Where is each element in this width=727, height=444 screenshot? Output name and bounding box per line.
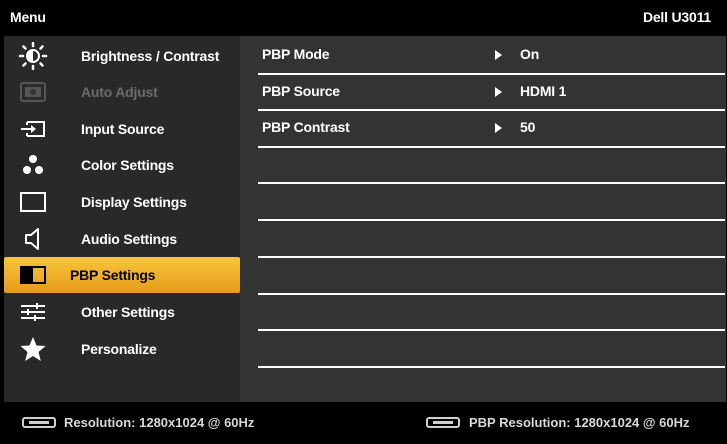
arrow-right-icon: [495, 123, 502, 133]
menu-item-label: PBP Settings: [70, 267, 156, 283]
arrow-right-icon: [495, 87, 502, 97]
hdmi-connector-icon: [22, 417, 56, 428]
row-divider: [258, 293, 725, 295]
row-divider: [258, 329, 725, 331]
brightness-icon: [18, 42, 48, 70]
pbp-icon: [18, 261, 48, 289]
menu-item-audio-settings[interactable]: Audio Settings: [4, 221, 240, 257]
menu-item-label: Input Source: [81, 121, 165, 137]
empty-row: [258, 147, 725, 183]
menu-item-auto-adjust: Auto Adjust: [4, 74, 240, 110]
menu-item-brightness-contrast[interactable]: Brightness / Contrast: [4, 38, 240, 74]
menu-item-personalize[interactable]: Personalize: [4, 331, 240, 367]
menu-item-display-settings[interactable]: Display Settings: [4, 184, 240, 220]
menu-item-label: Color Settings: [81, 157, 174, 173]
arrow-right-icon: [495, 50, 502, 60]
setting-label: PBP Source: [262, 83, 340, 99]
setting-label: PBP Contrast: [262, 119, 350, 135]
row-divider: [258, 366, 725, 368]
pbp-contrast-row[interactable]: PBP Contrast 50: [258, 110, 725, 146]
menu-item-label: Auto Adjust: [81, 84, 158, 100]
menu-title: Menu: [10, 9, 46, 25]
row-divider: [258, 256, 725, 258]
setting-value: HDMI 1: [520, 83, 567, 99]
osd-footer: Resolution: 1280x1024 @ 60Hz PBP Resolut…: [0, 402, 727, 444]
monitor-model: Dell U3011: [642, 9, 711, 25]
main-menu: Brightness / Contrast Auto Adjust Input …: [4, 36, 240, 402]
resolution-text: Resolution: 1280x1024 @ 60Hz: [64, 415, 255, 430]
row-divider: [258, 219, 725, 221]
color-settings-icon: [18, 151, 48, 179]
speaker-icon: [18, 225, 48, 253]
menu-item-label: Other Settings: [81, 304, 175, 320]
setting-value: On: [520, 46, 540, 62]
pbp-settings-panel: PBP Mode On PBP Source HDMI 1 PBP Contra…: [240, 36, 726, 402]
setting-label: PBP Mode: [262, 46, 330, 62]
row-divider: [258, 182, 725, 184]
sliders-icon: [18, 298, 48, 326]
menu-item-color-settings[interactable]: Color Settings: [4, 147, 240, 183]
monitor-osd: Menu Dell U3011 Brightness / Contrast Au…: [0, 0, 727, 444]
pbp-connector-icon: [426, 417, 460, 428]
display-settings-icon: [18, 188, 48, 216]
input-source-icon: [18, 115, 48, 143]
auto-adjust-icon: [18, 78, 48, 106]
menu-item-label: Brightness / Contrast: [81, 48, 220, 64]
setting-value: 50: [520, 119, 536, 135]
menu-item-label: Audio Settings: [81, 231, 177, 247]
menu-item-input-source[interactable]: Input Source: [4, 111, 240, 147]
menu-item-pbp-settings[interactable]: PBP Settings: [4, 257, 240, 293]
star-icon: [18, 335, 48, 363]
osd-header: Menu Dell U3011: [0, 0, 727, 36]
pbp-mode-row[interactable]: PBP Mode On: [258, 37, 725, 73]
menu-item-other-settings[interactable]: Other Settings: [4, 294, 240, 330]
pbp-source-row[interactable]: PBP Source HDMI 1: [258, 74, 725, 110]
pbp-resolution-text: PBP Resolution: 1280x1024 @ 60Hz: [469, 415, 690, 430]
menu-item-label: Display Settings: [81, 194, 187, 210]
menu-item-label: Personalize: [81, 341, 157, 357]
